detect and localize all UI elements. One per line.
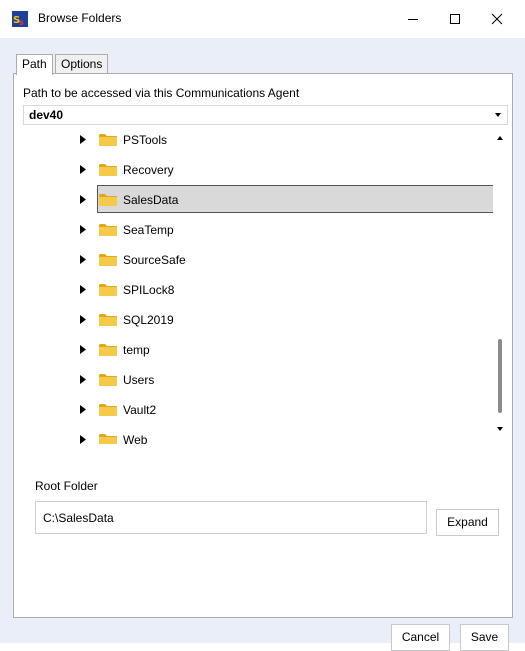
close-button[interactable] [477, 6, 517, 32]
expand-arrow-icon[interactable] [80, 165, 86, 174]
expand-arrow-icon[interactable] [80, 195, 86, 204]
path-tab-panel: Path to be accessed via this Communicati… [13, 73, 513, 618]
tree-item-label: Users [123, 373, 155, 387]
tree-item[interactable]: Recovery [23, 155, 493, 185]
agent-dropdown[interactable]: dev40 [23, 105, 508, 125]
folder-icon [99, 164, 117, 176]
chevron-down-icon [495, 113, 501, 117]
expand-arrow-icon[interactable] [80, 435, 86, 444]
folder-icon [99, 434, 117, 444]
tree-item[interactable]: SeaTemp [23, 215, 493, 245]
folder-icon [99, 224, 117, 236]
cancel-button[interactable]: Cancel [391, 624, 450, 651]
maximize-icon [450, 14, 460, 24]
scroll-up-icon[interactable] [496, 134, 504, 142]
folder-icon [99, 194, 117, 206]
tree-item-label: temp [123, 343, 150, 357]
minimize-icon [408, 19, 418, 20]
tree-item[interactable]: Users [23, 365, 493, 395]
tree-item[interactable]: SourceSafe [23, 245, 493, 275]
expand-arrow-icon[interactable] [80, 135, 86, 144]
folder-icon [99, 404, 117, 416]
tree-item-label: SQL2019 [123, 313, 174, 327]
app-logo-icon: S s [12, 11, 28, 27]
root-folder-value: C:\SalesData [43, 511, 114, 525]
expand-arrow-icon[interactable] [80, 225, 86, 234]
path-label: Path to be accessed via this Communicati… [23, 86, 300, 100]
folder-icon [99, 284, 117, 296]
expand-arrow-icon[interactable] [80, 315, 86, 324]
expand-arrow-icon[interactable] [80, 405, 86, 414]
expand-arrow-icon[interactable] [80, 345, 86, 354]
tree-item[interactable]: SQL2019 [23, 305, 493, 335]
maximize-button[interactable] [435, 6, 475, 32]
tree-item-label: SalesData [123, 193, 179, 207]
svg-text:s: s [19, 18, 24, 27]
tree-item-label: SourceSafe [123, 253, 186, 267]
expand-arrow-icon[interactable] [80, 255, 86, 264]
tree-item[interactable]: Vault2 [23, 395, 493, 425]
scroll-down-icon[interactable] [496, 425, 504, 433]
tree-scrollbar[interactable] [493, 125, 508, 444]
save-button[interactable]: Save [460, 624, 509, 651]
folder-icon [99, 134, 117, 146]
dialog-client-area: Path Options Path to be accessed via thi… [0, 38, 525, 651]
title-bar: S s Browse Folders [0, 0, 525, 38]
folder-tree[interactable]: PSTools Recovery SalesData SeaTemp SourceSaf… [23, 125, 508, 444]
tree-item-label: Vault2 [123, 403, 157, 417]
close-icon [491, 13, 503, 25]
root-folder-label: Root Folder [35, 479, 98, 493]
root-folder-input[interactable]: C:\SalesData [35, 501, 427, 534]
minimize-button[interactable] [393, 6, 433, 32]
window-title: Browse Folders [38, 11, 122, 25]
tree-item-label: Web [123, 433, 148, 444]
tree-item[interactable]: Web [23, 425, 493, 444]
tree-item[interactable]: SPILock8 [23, 275, 493, 305]
expand-button[interactable]: Expand [436, 509, 499, 536]
tree-item-label: SPILock8 [123, 283, 175, 297]
tree-item-label: PSTools [123, 133, 168, 147]
tree-item[interactable]: SalesData [23, 185, 494, 215]
folder-icon [99, 314, 117, 326]
agent-dropdown-value: dev40 [29, 108, 64, 122]
expand-arrow-icon[interactable] [80, 285, 86, 294]
folder-icon [99, 344, 117, 356]
tab-options[interactable]: Options [55, 54, 109, 73]
tree-item[interactable]: PSTools [23, 125, 493, 155]
tree-item[interactable]: temp [23, 335, 493, 365]
tree-item-label: Recovery [123, 163, 174, 177]
tab-path[interactable]: Path [16, 54, 53, 75]
tree-item-label: SeaTemp [123, 223, 174, 237]
expand-arrow-icon[interactable] [80, 375, 86, 384]
scroll-thumb[interactable] [498, 339, 502, 413]
folder-icon [99, 254, 117, 266]
folder-icon [99, 374, 117, 386]
